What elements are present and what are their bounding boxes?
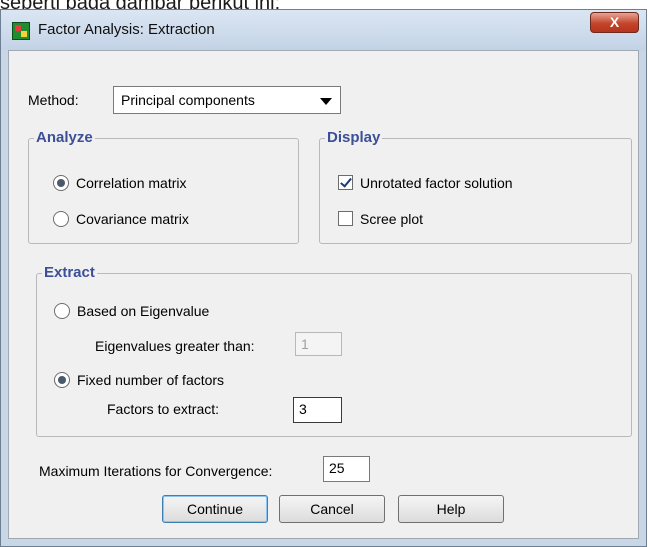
fixed-factors-radio-label: Fixed number of factors <box>77 372 225 388</box>
display-legend: Display <box>325 129 383 146</box>
fixed-factors-radio[interactable] <box>54 372 70 388</box>
correlation-matrix-label: Correlation matrix <box>76 175 187 191</box>
scree-plot-checkbox[interactable] <box>338 211 353 226</box>
scree-plot-label: Scree plot <box>360 211 424 227</box>
covariance-matrix-radio[interactable] <box>53 211 69 227</box>
spss-app-icon <box>12 22 30 40</box>
max-iterations-input[interactable]: 25 <box>323 456 370 482</box>
help-button[interactable]: Help <box>398 495 504 523</box>
window-title: Factor Analysis: Extraction <box>38 21 215 38</box>
dialog-body: Method: Principal components Analyze Cor… <box>8 50 639 539</box>
eigenvalue-threshold-label: Eigenvalues greater than: <box>95 338 255 354</box>
unrotated-solution-checkbox[interactable] <box>338 175 353 190</box>
factors-to-extract-input[interactable]: 3 <box>293 397 342 423</box>
dialog-window: Factor Analysis: Extraction X Method: Pr… <box>0 9 647 547</box>
close-button[interactable]: X <box>590 12 639 33</box>
continue-button[interactable]: Continue <box>162 495 268 523</box>
cancel-button[interactable]: Cancel <box>279 495 385 523</box>
chevron-down-icon <box>320 98 332 105</box>
extract-legend: Extract <box>42 264 97 281</box>
eigenvalue-radio[interactable] <box>54 303 70 319</box>
eigenvalue-radio-label: Based on Eigenvalue <box>77 303 210 319</box>
display-group: Display <box>319 129 632 244</box>
analyze-legend: Analyze <box>34 129 95 146</box>
max-iterations-label: Maximum Iterations for Convergence: <box>39 463 273 479</box>
correlation-matrix-radio[interactable] <box>53 175 69 191</box>
close-icon: X <box>609 14 620 30</box>
title-bar[interactable]: Factor Analysis: Extraction X <box>1 10 646 50</box>
eigenvalue-threshold-input[interactable]: 1 <box>295 332 342 356</box>
method-label: Method: <box>28 92 79 108</box>
covariance-matrix-label: Covariance matrix <box>76 211 189 227</box>
method-select[interactable]: Principal components <box>113 86 341 114</box>
unrotated-solution-label: Unrotated factor solution <box>360 175 513 191</box>
factors-to-extract-label: Factors to extract: <box>107 401 220 417</box>
method-selected-value: Principal components <box>121 92 255 108</box>
analyze-group: Analyze <box>28 129 299 244</box>
